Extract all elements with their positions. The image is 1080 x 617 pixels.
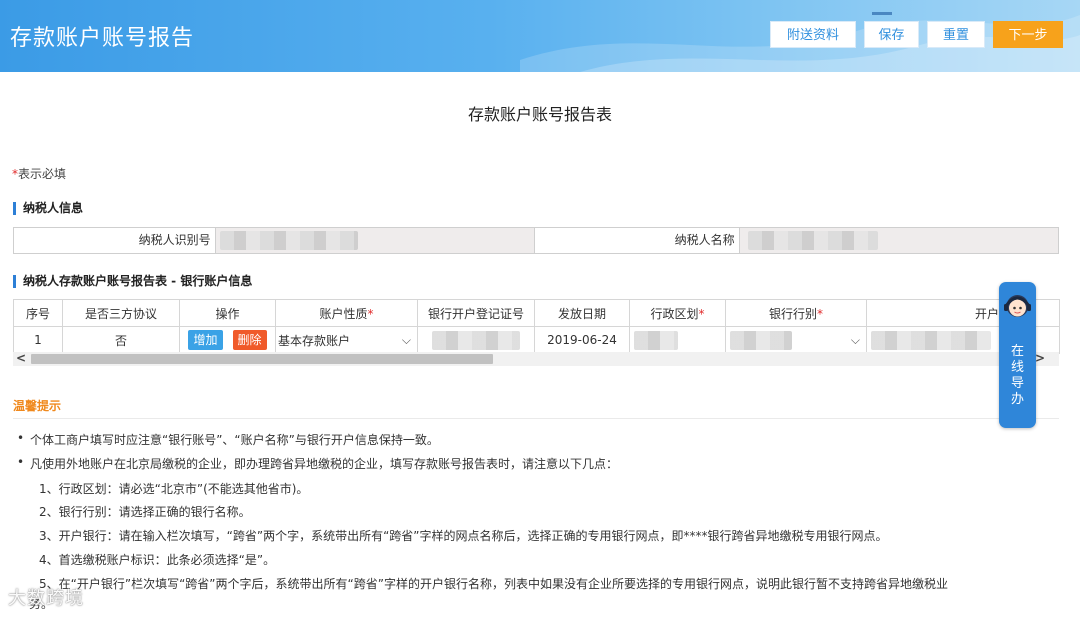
redacted-reg-no (432, 331, 520, 350)
tip-item-2: 2、银行行别：请选择正确的银行名称。 (39, 505, 251, 519)
top-banner: 存款账户账号报告 附送资料 保存 重置 下一步 (0, 0, 1080, 72)
col-bank-reg-no: 银行开户登记证号 (417, 299, 535, 327)
redacted-bank-category (730, 331, 792, 350)
bank-category-select[interactable]: ⌵ (725, 326, 867, 354)
save-button[interactable]: 保存 (864, 21, 919, 48)
col-action: 操作 (179, 299, 276, 327)
tip-bullet-2: 凡使用外地账户在北京局缴税的企业，即办理跨省异地缴税的企业，填写存款账号报告表时… (17, 455, 618, 472)
redacted-open-bank (871, 331, 991, 350)
chevron-down-icon: ⌵ (850, 333, 860, 347)
taxpayer-name-value (739, 228, 1059, 253)
next-step-button[interactable]: 下一步 (993, 21, 1063, 48)
issue-date-input[interactable]: 2019-06-24 (534, 326, 630, 354)
taxpayer-id-value (215, 228, 536, 253)
required-star: * (367, 306, 374, 321)
required-note: *表示必填 (12, 165, 66, 182)
delete-row-button[interactable]: 删除 (232, 330, 267, 350)
online-helper-button[interactable]: 在线导办 (999, 282, 1036, 428)
scrollbar-thumb[interactable] (31, 354, 493, 364)
tip-item-3: 3、开户银行：请在输入栏次填写，“跨省”两个字，系统带出所有“跨省”字样的网点名… (39, 529, 888, 543)
required-star: * (817, 306, 823, 321)
required-star: * (698, 306, 705, 321)
account-type-select[interactable]: 基本存款账户 ⌵ (275, 326, 418, 354)
reset-button[interactable]: 重置 (927, 21, 985, 48)
helper-label: 在线导办 (1010, 344, 1024, 407)
tips-title: 温馨提示 (13, 399, 62, 413)
cell-actions: 增加 删除 (179, 326, 276, 354)
service-agent-icon (1004, 295, 1031, 317)
watermark-logo-text: 大数跨境 (8, 588, 84, 609)
redacted-id (219, 231, 358, 250)
required-note-text: 表示必填 (18, 167, 67, 181)
scroll-left-icon[interactable]: < (16, 351, 26, 365)
col-bank-category: 银行行别* (725, 299, 867, 327)
taxpayer-section-title: 纳税人信息 (13, 202, 83, 215)
tip-item-1: 1、行政区划：请必选“北京市”(不能选其他省市)。 (39, 482, 309, 496)
taxpayer-info-row: 纳税人识别号 纳税人名称 (13, 227, 1059, 254)
table-row: 1 否 增加 删除 基本存款账户 ⌵ 2019-06-24 ⌵ (13, 326, 1060, 354)
region-select[interactable] (629, 326, 726, 354)
tips-divider (13, 418, 1059, 419)
tip-item-5: 5、在“开户银行”栏次填写“跨省”两个字后，系统带出所有“跨省”字样的开户银行名… (39, 577, 948, 591)
taxpayer-name-label: 纳税人名称 (535, 228, 740, 253)
page-title: 存款账户账号报告表 (467, 105, 612, 124)
account-type-value: 基本存款账户 (278, 333, 351, 348)
horizontal-scrollbar[interactable]: < > (13, 351, 1059, 366)
col-region: 行政区划* (629, 299, 726, 327)
add-row-button[interactable]: 增加 (188, 330, 223, 350)
cell-tripartite[interactable]: 否 (62, 326, 180, 354)
bank-account-table: 序号 是否三方协议 操作 账户性质* 银行开户登记证号 发放日期 行政区划* 银… (13, 299, 1060, 354)
scroll-right-icon[interactable]: > (1035, 351, 1045, 365)
redacted-region (634, 331, 678, 350)
col-tripartite: 是否三方协议 (62, 299, 180, 327)
app-title: 存款账户账号报告 (10, 26, 195, 51)
cell-seq: 1 (13, 326, 63, 354)
chevron-down-icon: ⌵ (401, 332, 411, 347)
table-header-row: 序号 是否三方协议 操作 账户性质* 银行开户登记证号 发放日期 行政区划* 银… (13, 299, 1060, 327)
bank-reg-no-input[interactable] (417, 326, 535, 354)
taxpayer-id-label: 纳税人识别号 (14, 228, 216, 253)
tip-item-4: 4、首选缴税账户标识：此条必须选择“是”。 (39, 553, 276, 567)
attach-docs-button[interactable]: 附送资料 (770, 21, 856, 48)
col-issue-date: 发放日期 (534, 299, 630, 327)
col-account-type: 账户性质* (275, 299, 418, 327)
col-seq: 序号 (13, 299, 63, 327)
tip-bullet-1: 个体工商户填写时应注意“银行账号”、“账户名称”与银行开户信息保持一致。 (17, 431, 439, 448)
bank-section-title: 纳税人存款账户账号报告表 - 银行账户信息 (13, 275, 252, 288)
redacted-name (747, 231, 878, 250)
